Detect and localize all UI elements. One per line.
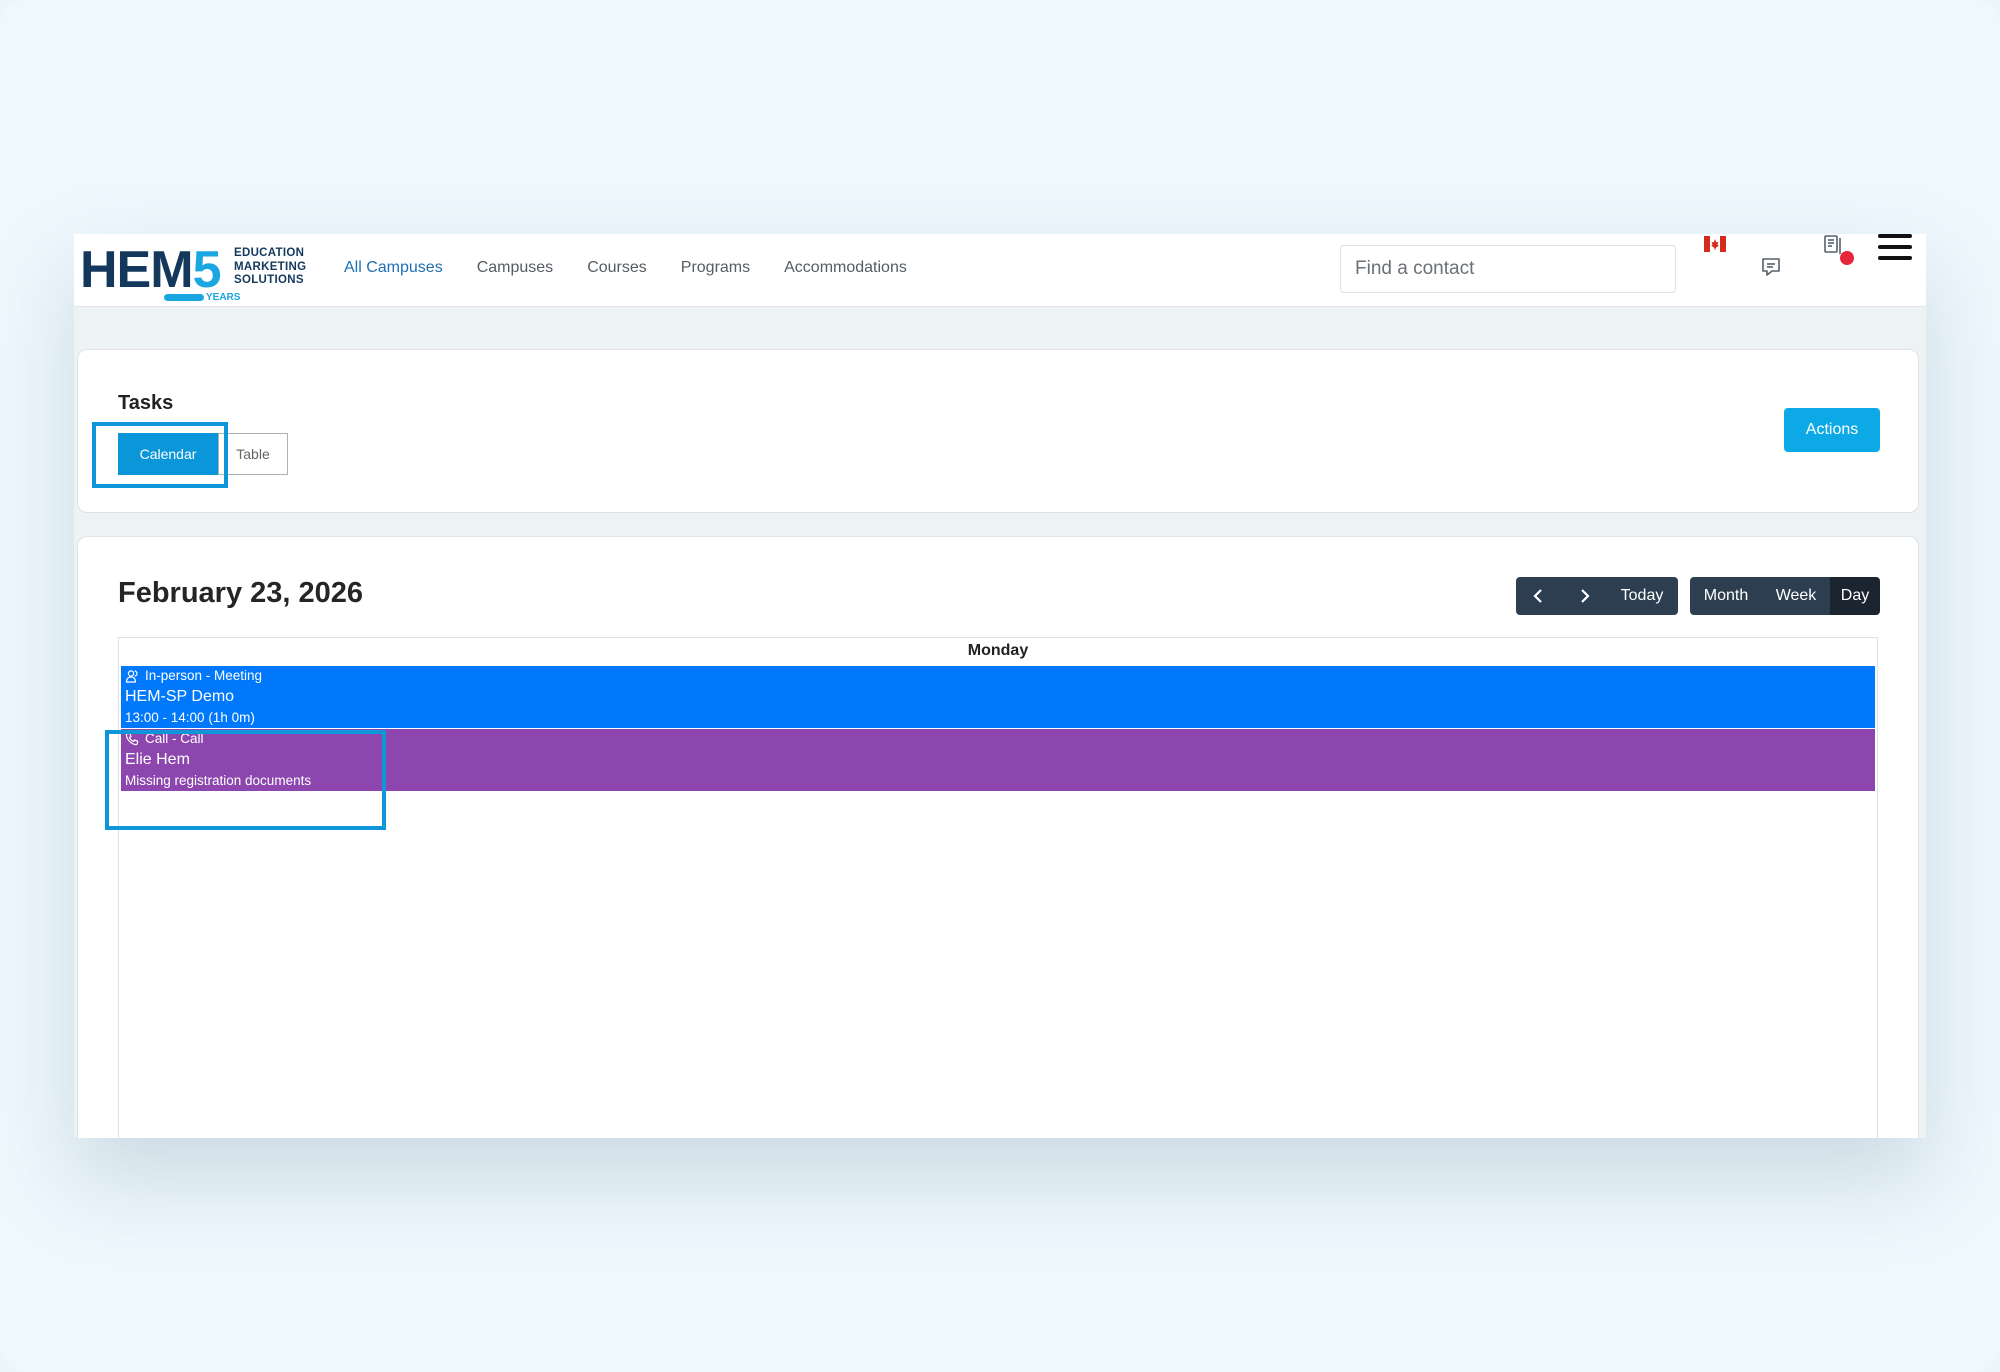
phone-icon — [125, 732, 139, 745]
event-description: Missing registration documents — [125, 773, 312, 788]
app-window: HEM5 EDUCATION MARKETING SOLUTIONS YEARS… — [74, 234, 1926, 1138]
event-type: Call - Call — [145, 731, 204, 746]
nav-programs[interactable]: Programs — [681, 259, 750, 277]
prev-button[interactable] — [1516, 577, 1562, 615]
next-button[interactable] — [1562, 577, 1606, 615]
find-contact-input[interactable] — [1340, 245, 1676, 293]
calendar-date-title: February 23, 2026 — [118, 577, 364, 609]
logo-text: HEM — [80, 241, 194, 299]
today-button[interactable]: Today — [1606, 577, 1678, 615]
day-view-button[interactable]: Day — [1830, 577, 1880, 615]
calendar-view-button[interactable]: Calendar — [118, 433, 218, 475]
event-title: HEM-SP Demo — [125, 688, 235, 705]
actions-button[interactable]: Actions — [1784, 408, 1880, 452]
event-type: In-person - Meeting — [145, 668, 263, 683]
calendar-nav-group: Today — [1516, 577, 1678, 615]
logo-number: 5 — [192, 241, 222, 299]
calendar-view-group: Month Week Day — [1690, 577, 1880, 615]
month-view-button[interactable]: Month — [1690, 577, 1762, 615]
calendar-event[interactable]: In-person - Meeting HEM-SP Demo 13:00 - … — [121, 666, 1875, 728]
event-time: 13:00 - 14:00 (1h 0m) — [125, 710, 255, 725]
nav-courses[interactable]: Courses — [587, 259, 647, 277]
week-view-button[interactable]: Week — [1762, 577, 1830, 615]
logo-years: YEARS — [206, 292, 241, 303]
main-nav: All Campuses Campuses Courses Programs A… — [344, 259, 907, 277]
day-header: Monday — [967, 642, 1029, 659]
tasks-title: Tasks — [118, 392, 174, 414]
day-grid: Monday In-person - Meeting HEM-SP Demo 1… — [118, 637, 1878, 1138]
hem-logo[interactable]: HEM5 EDUCATION MARKETING SOLUTIONS YEARS — [80, 242, 310, 304]
view-toggle: Calendar Table — [118, 433, 288, 475]
canada-flag-icon[interactable] — [1704, 236, 1726, 252]
nav-all-campuses[interactable]: All Campuses — [344, 259, 443, 277]
message-icon[interactable] — [1760, 256, 1782, 278]
tasks-card: Tasks Calendar Table Actions — [77, 349, 1919, 513]
table-view-button[interactable]: Table — [218, 433, 288, 475]
calendar-card: February 23, 2026 Today Month Week Day M… — [77, 536, 1919, 1138]
calendar-event[interactable]: Call - Call Elie Hem Missing registratio… — [121, 729, 1875, 791]
notification-dot — [1840, 251, 1854, 265]
chevron-left-icon — [1533, 589, 1542, 603]
chevron-right-icon — [1581, 589, 1590, 603]
hamburger-menu-icon[interactable] — [1878, 234, 1912, 264]
nav-accommodations[interactable]: Accommodations — [784, 259, 907, 277]
logo-bar — [164, 294, 204, 301]
logo-subtitle: EDUCATION MARKETING SOLUTIONS — [234, 247, 307, 286]
top-navbar: HEM5 EDUCATION MARKETING SOLUTIONS YEARS… — [74, 234, 1926, 307]
meeting-icon — [125, 669, 138, 683]
nav-campuses[interactable]: Campuses — [477, 259, 553, 277]
event-title: Elie Hem — [125, 751, 190, 768]
